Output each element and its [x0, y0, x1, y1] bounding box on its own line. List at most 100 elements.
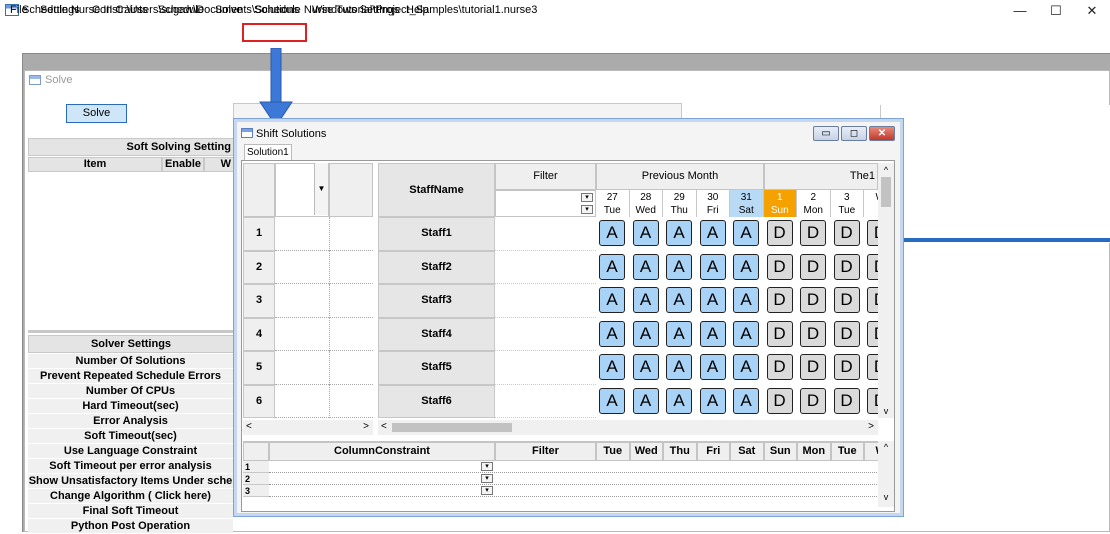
scroll-up-icon[interactable]: ^ [878, 163, 894, 177]
solve-button[interactable]: Solve [66, 104, 127, 123]
shift-cell[interactable]: A [666, 253, 692, 280]
shift-cell[interactable]: A [599, 253, 625, 280]
shift-cell[interactable]: A [699, 287, 726, 313]
shift-cell[interactable]: A [632, 253, 659, 280]
solver-item[interactable]: Final Soft Timeout [28, 504, 233, 519]
solver-item[interactable]: Show Unsatisfactory Items Under sche [28, 474, 233, 489]
scroll-right-icon[interactable]: > [868, 421, 874, 432]
scroll-left-icon[interactable]: < [381, 421, 387, 432]
left-cell[interactable] [275, 284, 329, 318]
shift-cell[interactable]: A [699, 354, 726, 380]
shift-cell[interactable]: A [733, 287, 759, 313]
solver-item[interactable]: Hard Timeout(sec) [28, 399, 233, 414]
shift-cell[interactable]: A [666, 220, 692, 246]
shift-cell[interactable]: A [699, 220, 726, 246]
scroll-right-icon[interactable]: > [363, 421, 369, 432]
staff-name[interactable]: Staff1 [378, 217, 495, 251]
filter-cell[interactable] [495, 250, 596, 284]
shift-cell[interactable]: D [833, 387, 860, 414]
filter-inputs[interactable]: ▾ ▾ [495, 190, 596, 217]
splitter[interactable] [28, 330, 234, 333]
staff-name[interactable]: Staff5 [378, 351, 495, 385]
cc-vertical-scrollbar[interactable]: ^ v [878, 441, 894, 507]
shift-cell[interactable]: A [666, 320, 692, 347]
close-icon[interactable]: ✕ [1074, 2, 1110, 20]
staff-name[interactable]: Staff6 [378, 384, 495, 418]
shift-cell[interactable]: D [800, 287, 826, 313]
menu-help[interactable]: Help [406, 4, 429, 16]
shift-cell[interactable]: D [800, 220, 826, 246]
tab-solution1[interactable]: Solution1 [244, 144, 292, 160]
cc-row[interactable] [269, 473, 879, 485]
shift-cell[interactable]: A [733, 387, 759, 414]
solver-item[interactable]: Error Analysis [28, 414, 233, 429]
shift-cell[interactable]: D [800, 387, 826, 414]
left-cell[interactable] [329, 384, 373, 418]
shift-cell[interactable]: A [632, 320, 659, 347]
solver-item[interactable]: Number Of Solutions [28, 354, 233, 369]
main-hscrollbar[interactable]: < > [378, 420, 878, 435]
shift-cell[interactable]: A [632, 387, 659, 414]
shift-cell[interactable]: A [733, 220, 759, 246]
dropdown-arrow-icon[interactable]: ▼ [314, 163, 328, 215]
shift-maximize-icon[interactable]: ◻ [841, 126, 867, 141]
left-cell[interactable] [329, 351, 373, 385]
filter-cell[interactable] [495, 317, 596, 351]
shift-cell[interactable]: D [800, 320, 826, 347]
left-hscrollbar[interactable]: < > [243, 420, 373, 435]
shift-cell[interactable]: A [599, 220, 625, 246]
maximize-icon[interactable]: ☐ [1038, 2, 1074, 20]
shift-cell[interactable]: A [666, 387, 692, 414]
solver-item[interactable]: Prevent Repeated Schedule Errors [28, 369, 233, 384]
shift-cell[interactable]: D [833, 253, 860, 280]
shift-minimize-icon[interactable]: ▭ [813, 126, 839, 141]
scroll-thumb[interactable] [881, 177, 891, 207]
shift-cell[interactable]: D [833, 220, 860, 246]
shift-cell[interactable]: A [733, 253, 759, 280]
scroll-down-icon[interactable]: v [878, 404, 894, 418]
shift-cell[interactable]: D [766, 320, 793, 347]
cc-dropdown-icon[interactable]: ▾ [481, 474, 493, 483]
left-cell[interactable] [275, 384, 329, 418]
cc-row[interactable] [269, 461, 879, 473]
solver-item[interactable]: Soft Timeout(sec) [28, 429, 233, 444]
shift-cell[interactable]: D [800, 253, 826, 280]
scroll-left-icon[interactable]: < [246, 421, 252, 432]
cc-dropdown-icon[interactable]: ▾ [481, 462, 493, 471]
solver-item[interactable]: Soft Timeout per error analysis [28, 459, 233, 474]
solver-item[interactable]: Number Of CPUs [28, 384, 233, 399]
menu-solutions[interactable]: Solutions [254, 4, 299, 16]
hscroll-thumb[interactable] [392, 423, 512, 432]
left-cell[interactable] [275, 250, 329, 284]
shift-cell[interactable]: A [733, 354, 759, 380]
left-cell[interactable] [275, 317, 329, 351]
solver-item[interactable]: Change Algorithm ( Click here) [28, 489, 233, 504]
cc-row[interactable] [269, 485, 879, 497]
solver-item[interactable]: Use Language Constraint [28, 444, 233, 459]
vertical-scrollbar[interactable]: ^ v [878, 163, 894, 418]
shift-cell[interactable]: A [632, 287, 659, 313]
menu-schedule[interactable]: Schedule [158, 4, 204, 16]
shift-cell[interactable]: D [766, 387, 793, 414]
shift-cell[interactable]: A [599, 320, 625, 347]
shift-cell[interactable]: A [699, 320, 726, 347]
menu-solve[interactable]: Solve [215, 4, 243, 16]
menu-windows-settings[interactable]: Windows Settings [312, 4, 399, 16]
shift-cell[interactable]: D [766, 220, 793, 246]
left-cell[interactable] [329, 217, 373, 251]
shift-cell[interactable]: A [733, 320, 759, 347]
filter-cell[interactable] [495, 384, 596, 418]
filter-dropdown-icon[interactable]: ▾ [581, 193, 593, 202]
shift-cell[interactable]: D [800, 354, 826, 380]
staff-name[interactable]: Staff3 [378, 284, 495, 318]
shift-cell[interactable]: D [833, 320, 860, 347]
filter-cell[interactable] [495, 351, 596, 385]
scroll-up-icon[interactable]: ^ [878, 441, 894, 453]
shift-cell[interactable]: A [632, 220, 659, 246]
shift-cell[interactable]: A [599, 287, 625, 313]
menu-constraints[interactable]: Constraints [92, 4, 148, 16]
minimize-icon[interactable]: — [1002, 2, 1038, 20]
filter-dropdown-icon[interactable]: ▾ [581, 205, 593, 214]
filter-cell[interactable] [495, 284, 596, 318]
staff-name[interactable]: Staff4 [378, 317, 495, 351]
